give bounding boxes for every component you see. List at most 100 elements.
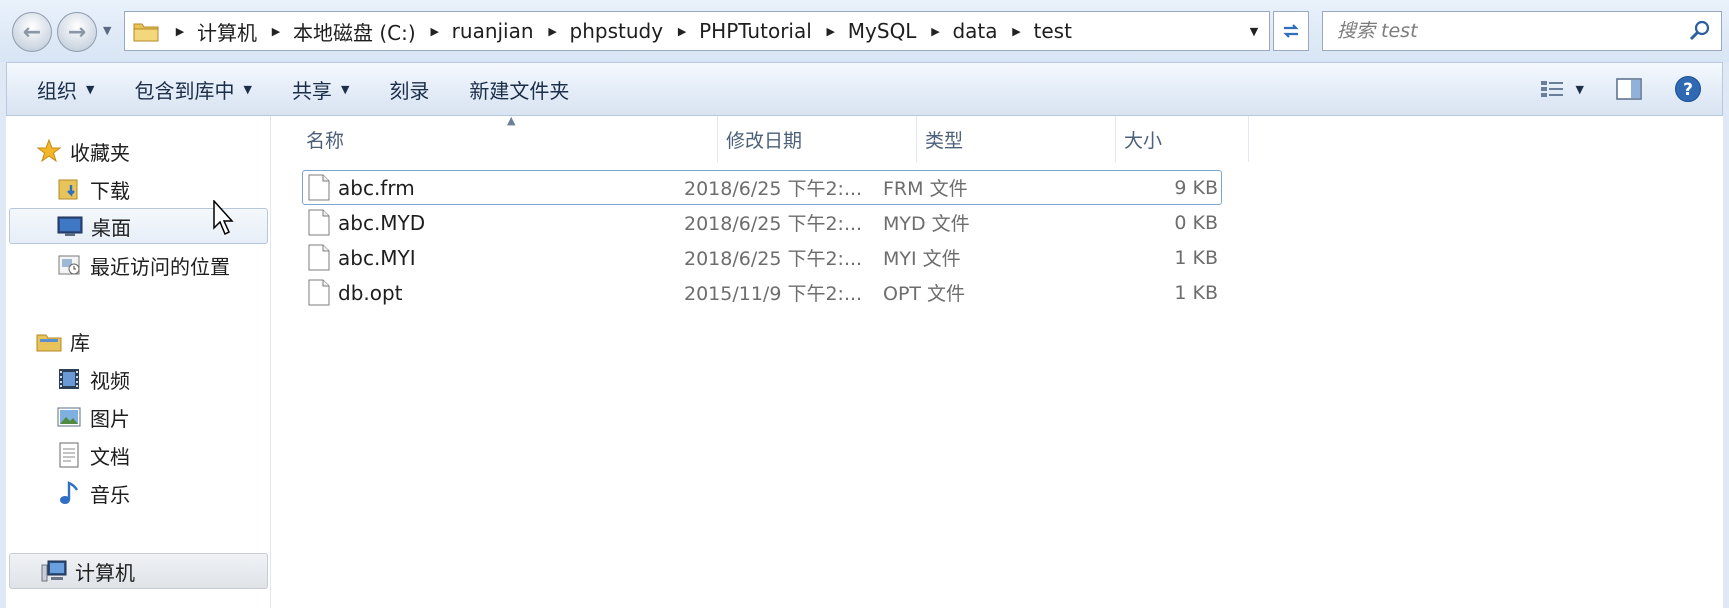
- file-row[interactable]: abc.frm 2018/6/25 下午2:... FRM 文件 9 KB: [272, 170, 1723, 205]
- back-button[interactable]: ←: [12, 12, 52, 52]
- column-type-label: 类型: [925, 129, 964, 152]
- file-name: abc.frm: [338, 175, 415, 200]
- toolbar-right-controls: ▼ ?: [1528, 63, 1722, 115]
- file-size: 0 KB: [1174, 211, 1218, 234]
- nav-recent-places[interactable]: 最近访问的位置: [56, 247, 230, 283]
- nav-music-label: 音乐: [90, 482, 130, 507]
- nav-desktop-label: 桌面: [91, 215, 131, 240]
- file-date: 2018/6/25 下午2:...: [684, 248, 863, 270]
- breadcrumb-separator[interactable]: ▶: [169, 25, 191, 38]
- file-row[interactable]: abc.MYD 2018/6/25 下午2:... MYD 文件 0 KB: [272, 205, 1723, 240]
- burn-button[interactable]: 刻录: [369, 63, 449, 115]
- chevron-down-icon: ▼: [243, 82, 252, 96]
- mouse-cursor-icon: [213, 200, 234, 236]
- nav-videos-label: 视频: [90, 368, 130, 393]
- file-type: MYD 文件: [883, 213, 970, 235]
- file-row[interactable]: db.opt 2015/11/9 下午2:... OPT 文件 1 KB: [272, 275, 1723, 310]
- breadcrumb-separator[interactable]: ▶: [820, 25, 842, 38]
- column-header-type[interactable]: 类型: [917, 116, 1116, 162]
- chevron-down-icon: ▼: [1575, 82, 1584, 96]
- nav-downloads[interactable]: 下载: [56, 171, 130, 207]
- document-icon: [56, 442, 82, 468]
- breadcrumb: ▶ 计算机 ▶ 本地磁盘 (C:) ▶ ruanjian ▶ phpstudy …: [169, 12, 1080, 50]
- preview-pane-button[interactable]: [1596, 63, 1662, 115]
- new-folder-button[interactable]: 新建文件夹: [449, 63, 589, 115]
- nav-recent-label: 最近访问的位置: [90, 254, 230, 279]
- breadcrumb-phptutorial[interactable]: PHPTutorial: [693, 19, 820, 43]
- search-icon[interactable]: [1689, 20, 1711, 42]
- refresh-button[interactable]: [1273, 11, 1309, 51]
- change-view-button[interactable]: ▼: [1528, 63, 1596, 115]
- breadcrumb-phpstudy[interactable]: phpstudy: [564, 19, 672, 43]
- search-input[interactable]: [1323, 13, 1663, 49]
- chevron-down-icon: ▼: [340, 82, 350, 96]
- breadcrumb-test[interactable]: test: [1028, 19, 1080, 43]
- nav-libraries-label: 库: [70, 330, 90, 355]
- breadcrumb-local-disk[interactable]: 本地磁盘 (C:): [287, 17, 424, 46]
- file-type: OPT 文件: [883, 283, 966, 305]
- breadcrumb-ruanjian[interactable]: ruanjian: [446, 19, 542, 43]
- organize-label: 组织: [37, 78, 77, 103]
- nav-videos[interactable]: 视频: [56, 361, 130, 397]
- downloads-folder-icon: [56, 177, 82, 201]
- nav-pictures[interactable]: 图片: [56, 399, 130, 435]
- forward-arrow-icon: →: [67, 19, 87, 45]
- breadcrumb-separator[interactable]: ▶: [424, 25, 446, 38]
- desktop-icon: [57, 214, 83, 238]
- picture-icon: [56, 405, 82, 429]
- file-size: 9 KB: [1174, 176, 1218, 199]
- breadcrumb-separator[interactable]: ▶: [671, 25, 693, 38]
- video-icon: [56, 367, 82, 391]
- nav-computer-label: 计算机: [75, 560, 135, 585]
- nav-music[interactable]: 音乐: [56, 475, 130, 511]
- forward-button[interactable]: →: [57, 12, 97, 52]
- file-type: MYI 文件: [883, 248, 961, 270]
- command-toolbar: 组织 ▼ 包含到库中 ▼ 共享 ▼ 刻录 新建文件夹 ▼ ?: [6, 62, 1723, 116]
- file-size: 1 KB: [1174, 246, 1218, 269]
- breadcrumb-mysql[interactable]: MySQL: [842, 19, 925, 43]
- explorer-main: 收藏夹 下载 桌面 最近访问的位置 库 视频 图片 文档 音乐 计算机 ▲ 名称…: [6, 114, 1723, 608]
- column-size-label: 大小: [1124, 129, 1163, 152]
- recent-places-icon: [56, 253, 82, 277]
- file-name: abc.MYI: [338, 245, 416, 270]
- breadcrumb-separator[interactable]: ▶: [542, 25, 564, 38]
- breadcrumb-separator[interactable]: ▶: [265, 25, 287, 38]
- breadcrumb-separator[interactable]: ▶: [924, 25, 946, 38]
- column-header-date[interactable]: 修改日期: [718, 116, 917, 162]
- include-library-label: 包含到库中: [134, 78, 235, 103]
- share-menu[interactable]: 共享 ▼: [272, 63, 369, 115]
- breadcrumb-separator[interactable]: ▶: [1006, 25, 1028, 38]
- library-icon: [36, 329, 62, 353]
- burn-label: 刻录: [389, 78, 430, 103]
- organize-menu[interactable]: 组织 ▼: [7, 63, 114, 115]
- file-list: ▲ 名称 修改日期 类型 大小 abc.frm 2018/6/25 下午2:..…: [272, 114, 1723, 608]
- nav-computer[interactable]: 计算机: [9, 553, 268, 589]
- nav-pictures-label: 图片: [90, 406, 130, 431]
- file-name: db.opt: [338, 280, 403, 305]
- address-bar[interactable]: ▶ 计算机 ▶ 本地磁盘 (C:) ▶ ruanjian ▶ phpstudy …: [124, 11, 1270, 51]
- refresh-icon: [1283, 24, 1299, 38]
- nav-favorites[interactable]: 收藏夹: [36, 133, 130, 169]
- svg-text:?: ?: [1683, 80, 1693, 100]
- file-type: FRM 文件: [883, 178, 968, 200]
- navigation-pane: 收藏夹 下载 桌面 最近访问的位置 库 视频 图片 文档 音乐 计算机: [6, 116, 271, 608]
- address-history-dropdown[interactable]: ▼: [1239, 12, 1269, 50]
- column-header-size[interactable]: 大小: [1116, 116, 1249, 162]
- help-button[interactable]: ?: [1662, 63, 1722, 115]
- recent-pages-dropdown[interactable]: ▼: [103, 24, 115, 37]
- nav-documents-label: 文档: [90, 444, 130, 469]
- nav-libraries[interactable]: 库: [36, 323, 90, 359]
- computer-icon: [41, 559, 67, 583]
- chevron-down-icon: ▼: [86, 82, 95, 96]
- share-label: 共享: [291, 78, 332, 103]
- breadcrumb-computer[interactable]: 计算机: [191, 17, 265, 46]
- file-date: 2018/6/25 下午2:...: [684, 213, 863, 235]
- column-header-name[interactable]: 名称: [298, 116, 718, 162]
- nav-documents[interactable]: 文档: [56, 437, 130, 473]
- address-row: ← → ▼ ▶ 计算机 ▶ 本地磁盘 (C:) ▶ ruanjian ▶ php…: [0, 0, 1729, 62]
- breadcrumb-data[interactable]: data: [946, 19, 1005, 43]
- file-row[interactable]: abc.MYI 2018/6/25 下午2:... MYI 文件 1 KB: [272, 240, 1723, 275]
- back-arrow-icon: ←: [22, 19, 42, 45]
- search-box: [1322, 11, 1722, 51]
- include-in-library-menu[interactable]: 包含到库中 ▼: [114, 63, 271, 115]
